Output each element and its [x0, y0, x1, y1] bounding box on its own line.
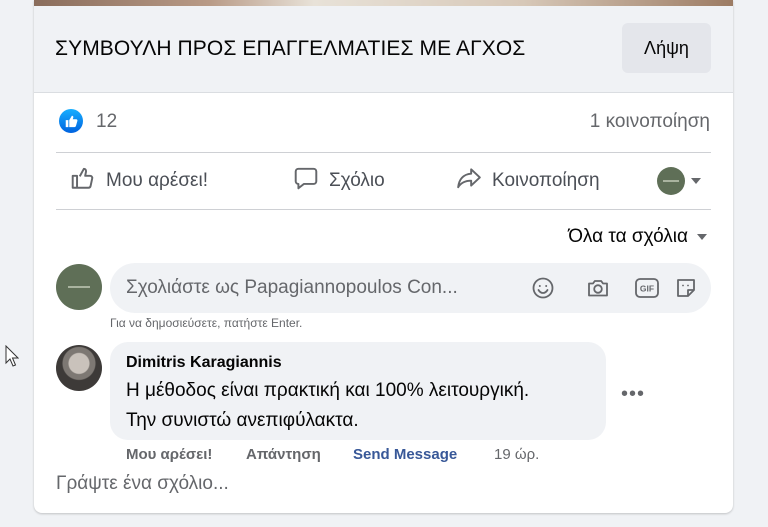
like-label: Μου αρέσει!	[106, 170, 209, 191]
gif-icon[interactable]: GIF	[634, 276, 660, 306]
comment-input[interactable]: Σχολιάστε ως Papagiannopoulos Con... GIF	[110, 263, 711, 313]
thumbs-up-icon	[70, 165, 106, 197]
self-avatar[interactable]	[56, 264, 102, 310]
share-button[interactable]: Κοινοποίηση	[456, 153, 600, 209]
svg-text:GIF: GIF	[640, 284, 654, 294]
page-avatar	[657, 167, 685, 195]
post-as-selector[interactable]	[657, 167, 701, 195]
cursor-icon	[5, 344, 20, 372]
comment-button[interactable]: Σχόλιο	[293, 153, 385, 209]
like-badge-icon[interactable]	[59, 109, 83, 133]
action-bar: Μου αρέσει! Σχόλιο Κοινοποίηση	[56, 152, 711, 210]
share-icon	[456, 165, 492, 197]
post-hint: Για να δημοσιεύσετε, πατήστε Enter.	[110, 316, 303, 330]
comment-reply-link[interactable]: Απάντηση	[246, 446, 321, 463]
send-message-link[interactable]: Send Message	[353, 446, 457, 463]
more-icon[interactable]: •••	[621, 383, 645, 406]
comment-label: Σχόλιο	[329, 170, 385, 191]
comment-time[interactable]: 19 ώρ.	[494, 446, 539, 463]
comment-icon	[293, 165, 329, 197]
like-count[interactable]: 12	[96, 111, 117, 133]
emoji-icon[interactable]	[531, 276, 555, 306]
write-comment-prompt[interactable]: Γράψτε ένα σχόλιο...	[56, 473, 229, 495]
comment-text-line: Η μέθοδος είναι πρακτική και 100% λειτου…	[126, 380, 530, 401]
comment-text-line: Την συνιστώ ανεπιφύλακτα.	[126, 410, 359, 431]
share-count[interactable]: 1 κοινοποίηση	[590, 111, 710, 133]
comment-text: Η μέθοδος είναι πρακτική και 100% λειτου…	[126, 376, 596, 436]
caret-down-icon	[697, 234, 707, 240]
commenter-avatar[interactable]	[56, 345, 102, 391]
camera-icon[interactable]	[586, 276, 610, 306]
comment-input-placeholder: Σχολιάστε ως Papagiannopoulos Con...	[126, 277, 458, 298]
link-preview[interactable]: ΣΥΜΒΟΥΛΗ ΠΡΟΣ ΕΠΑΓΓΕΛΜΑΤΙΕΣ ΜΕ ΑΓΧΟΣ Λήψ…	[34, 6, 733, 93]
comment-bubble: Dimitris Karagiannis Η μέθοδος είναι πρα…	[110, 342, 606, 440]
get-button[interactable]: Λήψη	[622, 23, 711, 73]
sort-label: Όλα τα σχόλια	[568, 226, 688, 247]
comment-sort-dropdown[interactable]: Όλα τα σχόλια	[568, 226, 707, 248]
sticker-icon[interactable]	[674, 276, 698, 306]
like-button[interactable]: Μου αρέσει!	[70, 153, 208, 209]
link-title[interactable]: ΣΥΜΒΟΥΛΗ ΠΡΟΣ ΕΠΑΓΓΕΛΜΑΤΙΕΣ ΜΕ ΑΓΧΟΣ	[55, 37, 525, 61]
comment-author[interactable]: Dimitris Karagiannis	[126, 354, 282, 372]
comment-like-link[interactable]: Μου αρέσει!	[126, 446, 212, 463]
share-label: Κοινοποίηση	[492, 170, 600, 191]
reaction-stats: 12 1 κοινοποίηση	[34, 93, 733, 151]
post-card: ΣΥΜΒΟΥΛΗ ΠΡΟΣ ΕΠΑΓΓΕΛΜΑΤΙΕΣ ΜΕ ΑΓΧΟΣ Λήψ…	[34, 0, 733, 513]
caret-down-icon	[691, 178, 701, 184]
